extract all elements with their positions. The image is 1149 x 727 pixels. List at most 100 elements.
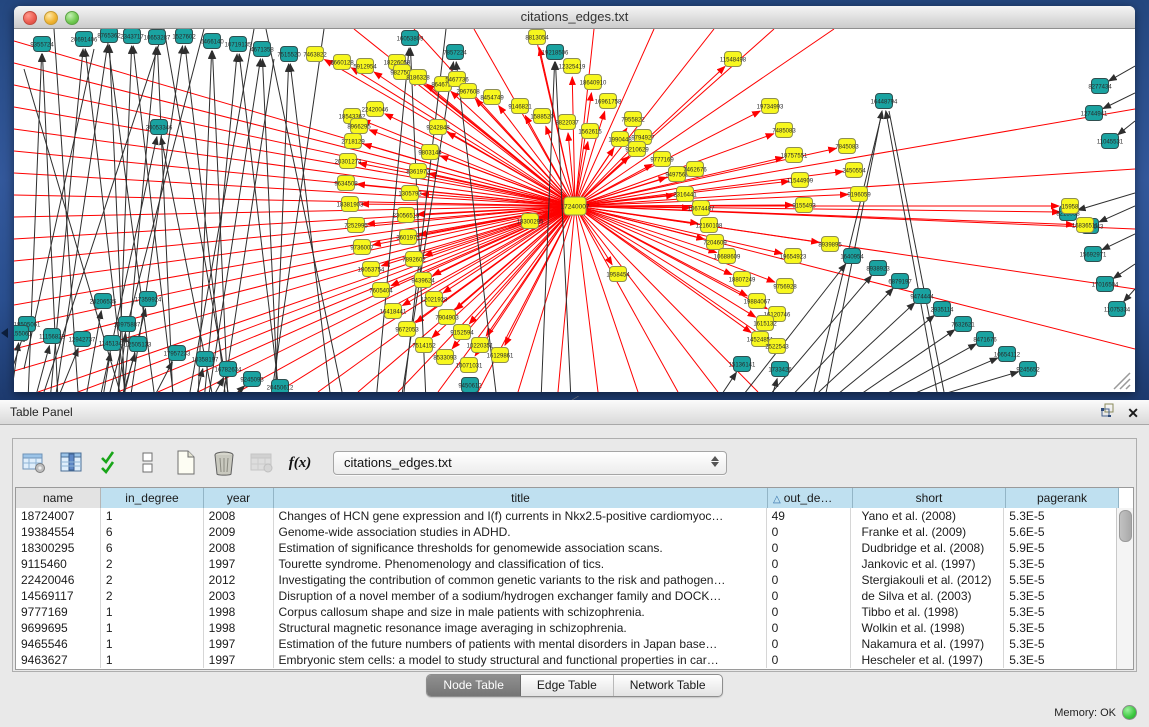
graph-node[interactable]: 12160108 bbox=[696, 218, 723, 233]
table-row[interactable]: 969969511998Structural magnetic resonanc… bbox=[16, 620, 1117, 636]
function-builder-icon[interactable]: f(x) bbox=[287, 450, 313, 476]
table-row[interactable]: 1872400712008Changes of HCN gene express… bbox=[16, 508, 1117, 524]
graph-node[interactable]: 9777169 bbox=[650, 152, 674, 167]
graph-node[interactable]: 1640954 bbox=[840, 249, 864, 264]
graph-node[interactable]: 1527602 bbox=[172, 29, 196, 44]
graph-node[interactable]: 7514152 bbox=[412, 338, 436, 353]
graph-node[interactable]: 2522543 bbox=[765, 339, 789, 354]
graph-node[interactable]: 8277434 bbox=[1088, 79, 1112, 94]
window-resize-grip[interactable] bbox=[1114, 373, 1130, 389]
graph-node[interactable]: 7515520 bbox=[277, 47, 301, 62]
column-header-pagerank[interactable]: pagerank bbox=[1006, 488, 1119, 508]
graph-node[interactable]: 18757551 bbox=[781, 148, 808, 163]
graph-node[interactable]: 8939895 bbox=[818, 237, 842, 252]
table-row[interactable]: 946554611997Estimation of the future num… bbox=[16, 636, 1117, 652]
graph-node[interactable]: 2343717 bbox=[120, 29, 144, 44]
table-row[interactable]: 1456911722003Disruption of a novel membe… bbox=[16, 588, 1117, 604]
graph-node[interactable]: 16448794 bbox=[871, 94, 898, 109]
graph-node[interactable]: 9146821 bbox=[508, 99, 532, 114]
graph-node[interactable]: 9210629 bbox=[625, 142, 649, 157]
graph-node[interactable]: 19654923 bbox=[780, 249, 807, 264]
table-row[interactable]: 946362711997Embryonic stem cells: a mode… bbox=[16, 652, 1117, 668]
select-all-check-icon[interactable] bbox=[97, 450, 123, 476]
graph-node[interactable]: 11045531 bbox=[1097, 134, 1124, 149]
tab-network-table[interactable]: Network Table bbox=[614, 675, 722, 696]
graph-node[interactable]: 9242848 bbox=[426, 120, 450, 135]
graph-node[interactable]: 16053809 bbox=[397, 31, 424, 46]
graph-node[interactable]: 8765362 bbox=[97, 29, 121, 43]
column-header-name[interactable]: name bbox=[16, 488, 101, 508]
vertical-scrollbar[interactable] bbox=[1116, 508, 1133, 669]
table-options-icon[interactable] bbox=[21, 450, 47, 476]
graph-node[interactable]: 20206535 bbox=[90, 294, 117, 309]
graph-node[interactable]: 10654112 bbox=[994, 347, 1021, 362]
float-panel-icon[interactable] bbox=[1101, 403, 1115, 422]
graph-node[interactable]: 10719135 bbox=[225, 37, 252, 52]
graph-node[interactable]: 18053754 bbox=[358, 262, 385, 277]
graph-node[interactable]: 1733426 bbox=[768, 362, 792, 377]
graph-node[interactable]: 15136141 bbox=[729, 357, 756, 372]
graph-node[interactable]: 9634508 bbox=[334, 176, 358, 191]
graph-node[interactable]: 2718129 bbox=[341, 134, 365, 149]
graph-node[interactable]: 9196059 bbox=[847, 187, 871, 202]
graph-node[interactable]: 7955822 bbox=[621, 112, 645, 127]
graph-node[interactable]: 1305793 bbox=[398, 186, 422, 201]
citation-network-graph[interactable]: 9355724206914068765362234371710653287152… bbox=[14, 29, 1135, 392]
graph-node[interactable]: 15958 bbox=[1062, 199, 1080, 214]
graph-node[interactable]: 11075334 bbox=[1104, 302, 1131, 317]
table-row[interactable]: 1938455462009Genome-wide association stu… bbox=[16, 524, 1117, 540]
graph-node[interactable]: 10653287 bbox=[144, 30, 171, 45]
table-selector-dropdown[interactable]: citations_edges.txt bbox=[333, 451, 727, 475]
graph-node[interactable]: 9439624 bbox=[411, 273, 435, 288]
graph-node[interactable]: 1562615 bbox=[578, 124, 602, 139]
column-header-short[interactable]: short bbox=[853, 488, 1006, 508]
graph-node[interactable]: 8822037 bbox=[555, 115, 579, 130]
tab-node-table[interactable]: Node Table bbox=[427, 675, 521, 696]
graph-node[interactable]: 6879197 bbox=[888, 274, 912, 289]
graph-node[interactable]: 8813054 bbox=[525, 30, 549, 45]
graph-node[interactable]: 12325419 bbox=[559, 59, 586, 74]
graph-node[interactable]: 12021928 bbox=[421, 292, 448, 307]
graph-node[interactable]: 3601973 bbox=[396, 230, 420, 245]
row-toggle-icon[interactable] bbox=[135, 450, 161, 476]
graph-node[interactable]: 2967608 bbox=[456, 84, 480, 99]
graph-node[interactable]: 11548498 bbox=[720, 52, 747, 67]
table-row[interactable]: 977716911998Corpus callosum shape and si… bbox=[16, 604, 1117, 620]
graph-node[interactable]: 8454749 bbox=[480, 90, 504, 105]
graph-node[interactable]: 9756928 bbox=[773, 279, 797, 294]
tab-edge-table[interactable]: Edge Table bbox=[521, 675, 614, 696]
graph-node[interactable]: 1958454 bbox=[606, 267, 630, 282]
table-row[interactable]: 911546021997Tourette syndrome. Phenomeno… bbox=[16, 556, 1117, 572]
column-header-out_de[interactable]: △out_de… bbox=[768, 488, 853, 508]
graph-node[interactable]: 2935114 bbox=[931, 302, 955, 317]
graph-node[interactable]: 19218506 bbox=[542, 45, 569, 60]
graph-node[interactable]: 9152594 bbox=[450, 325, 474, 340]
graph-node[interactable]: 4671358 bbox=[250, 42, 274, 57]
graph-node[interactable]: 8186328 bbox=[406, 70, 430, 85]
graph-node[interactable]: 7463822 bbox=[303, 47, 327, 62]
graph-node[interactable]: 18640910 bbox=[580, 75, 607, 90]
scrollbar-thumb[interactable] bbox=[1119, 510, 1132, 542]
graph-node[interactable]: 9245093 bbox=[240, 372, 264, 387]
graph-node[interactable]: 7462676 bbox=[683, 162, 707, 177]
graph-node[interactable]: 6466140 bbox=[200, 34, 224, 49]
graph-node[interactable]: 18381903 bbox=[337, 197, 364, 212]
graph-node[interactable]: 9155493 bbox=[792, 198, 816, 213]
graph-node[interactable]: 17016504 bbox=[1092, 277, 1119, 292]
column-visibility-icon[interactable] bbox=[59, 450, 85, 476]
panel-collapse-arrow[interactable] bbox=[1, 328, 8, 338]
graph-node[interactable]: 1588520 bbox=[530, 109, 554, 124]
graph-node[interactable]: 7857224 bbox=[443, 45, 467, 60]
graph-node[interactable]: 9736007 bbox=[350, 240, 374, 255]
close-panel-icon[interactable]: ✕ bbox=[1127, 405, 1139, 421]
graph-node[interactable]: 8361972 bbox=[406, 164, 430, 179]
graph-node[interactable]: 10688609 bbox=[714, 249, 741, 264]
graph-node[interactable]: 9355724 bbox=[30, 37, 54, 52]
graph-node[interactable]: 2450554 bbox=[842, 163, 866, 178]
graph-node[interactable]: 11544909 bbox=[787, 173, 814, 188]
graph-node[interactable]: 7904903 bbox=[435, 310, 459, 325]
graph-node[interactable]: 1615132 bbox=[753, 316, 777, 331]
graph-node[interactable]: 9450612 bbox=[458, 378, 482, 393]
column-header-title[interactable]: title bbox=[274, 488, 768, 508]
column-header-in_degree[interactable]: in_degree bbox=[101, 488, 204, 508]
